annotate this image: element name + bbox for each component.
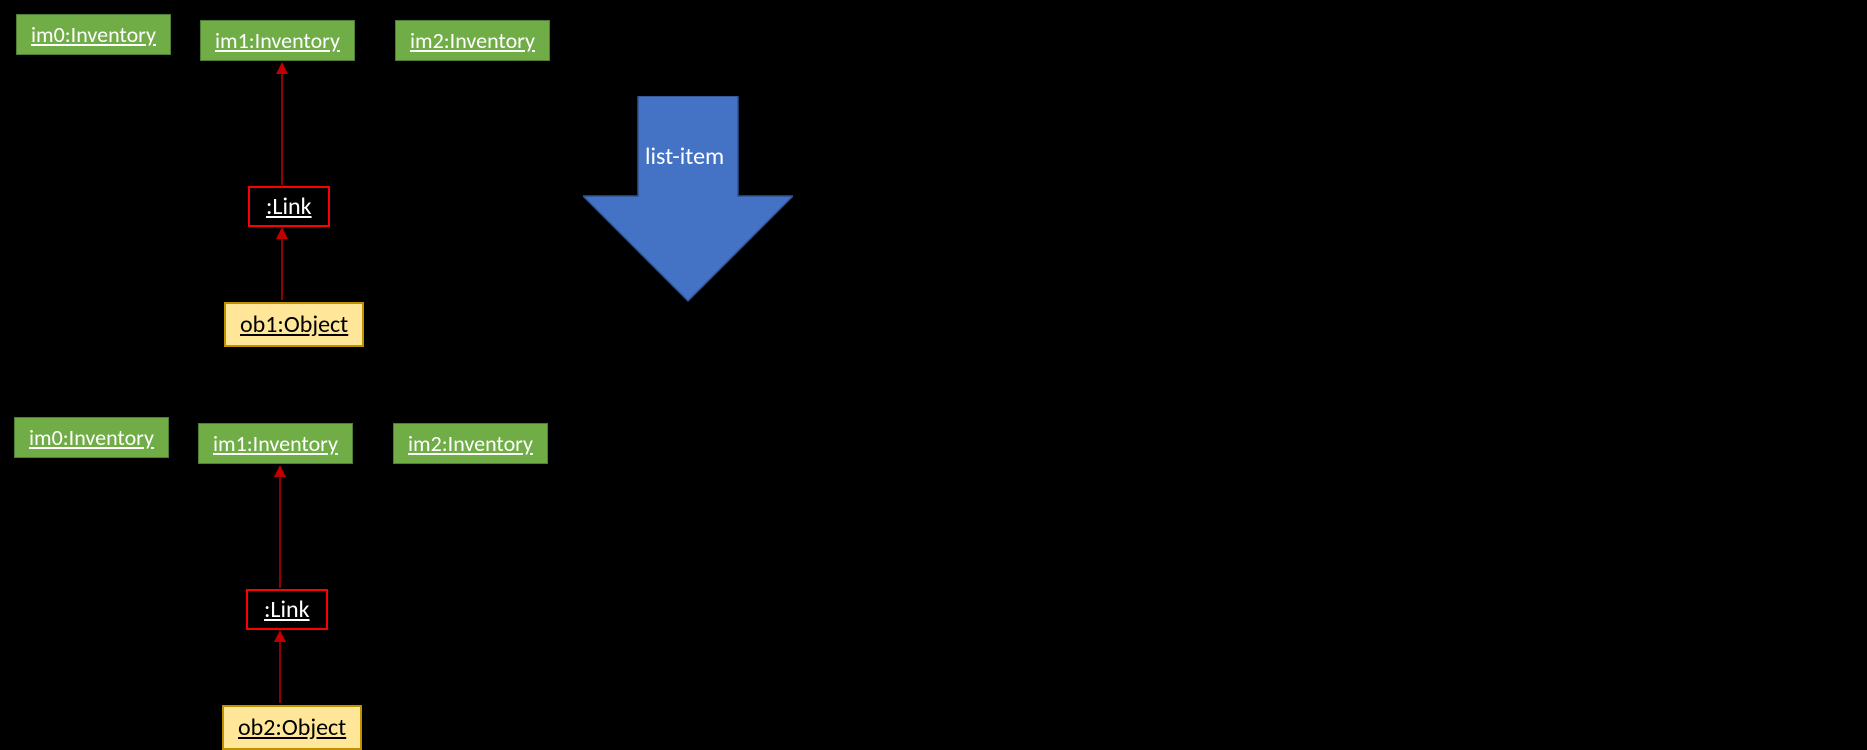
inventory-box-top-1: im1:Inventory [200,20,355,61]
link-box-top: :Link [248,186,330,227]
inventory-box-top-2: im2:Inventory [395,20,550,61]
object-label: ob2:Object [238,713,346,742]
object-box-bottom: ob2:Object [222,705,362,750]
inventory-box-bottom-2: im2:Inventory [393,423,548,464]
inventory-label: im0:Inventory [29,424,154,451]
arrow-up-icon [270,463,290,593]
link-label: :Link [266,192,312,221]
inventory-label: im0:Inventory [31,21,156,48]
arrow-up-icon [270,628,290,708]
arrow-up-icon [272,225,292,305]
arrow-up-icon [272,60,292,190]
inventory-label: im1:Inventory [215,27,340,54]
down-arrow-icon [583,96,793,306]
inventory-box-bottom-0: im0:Inventory [14,417,169,458]
link-label: :Link [264,595,310,624]
inventory-box-bottom-1: im1:Inventory [198,423,353,464]
inventory-label: im2:Inventory [408,430,533,457]
object-label: ob1:Object [240,310,348,339]
link-box-bottom: :Link [246,589,328,630]
inventory-label: im2:Inventory [410,27,535,54]
inventory-label: im1:Inventory [213,430,338,457]
object-box-top: ob1:Object [224,302,364,347]
arrow-label: list-item [645,142,724,171]
inventory-box-top-0: im0:Inventory [16,14,171,55]
